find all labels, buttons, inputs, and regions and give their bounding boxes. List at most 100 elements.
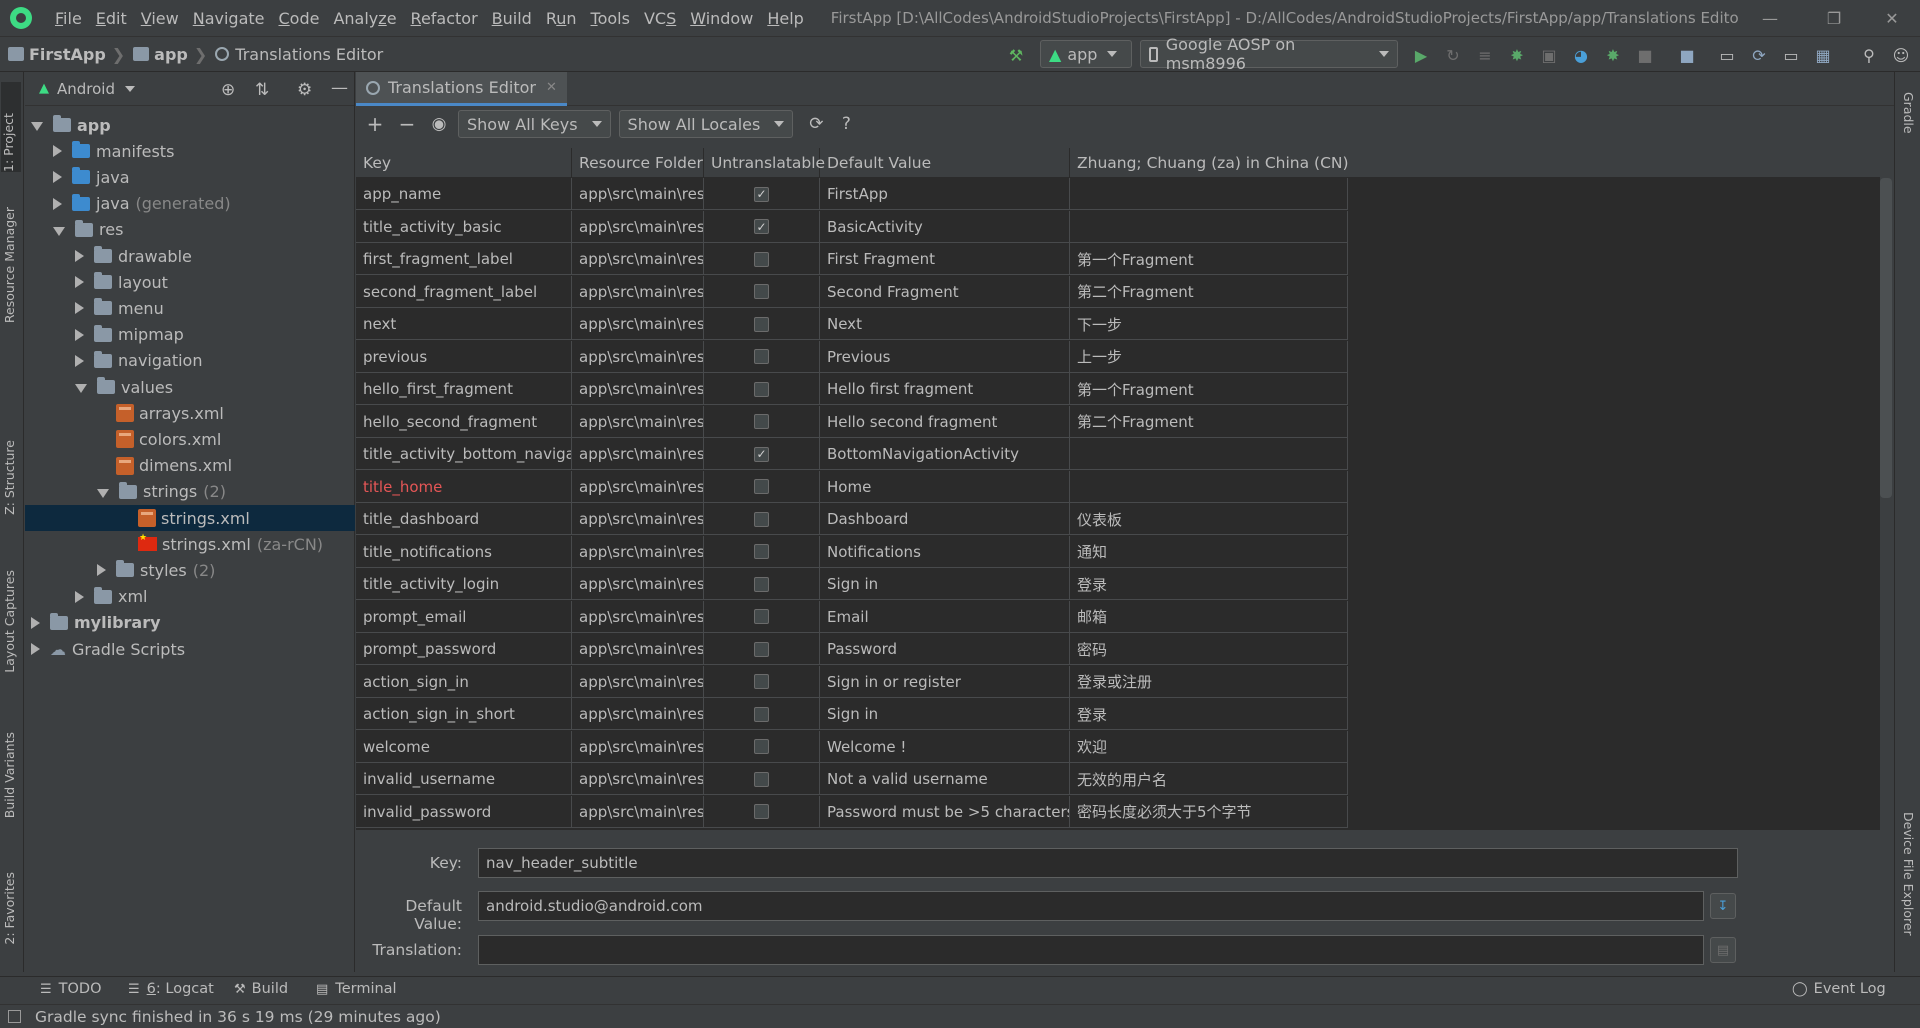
cell-untranslatable[interactable] — [704, 243, 820, 275]
tree-node-java[interactable]: java — [25, 164, 130, 190]
cell-untranslatable[interactable]: ✓ — [704, 178, 820, 210]
cell-untranslatable[interactable] — [704, 665, 820, 698]
cell-resource-folder[interactable]: app\src\main\res — [572, 308, 704, 340]
tool-tab-structure[interactable]: Z: Structure — [2, 440, 17, 515]
table-row[interactable]: title_activity_login app\src\main\res Sign… — [356, 568, 1348, 600]
cell-untranslatable[interactable] — [704, 795, 820, 828]
cell-key[interactable]: hello_second_fragment — [356, 405, 572, 438]
chevron-right-icon[interactable] — [53, 171, 62, 184]
cell-untranslatable[interactable] — [704, 308, 820, 340]
cell-translation[interactable]: 第一个Fragment — [1070, 373, 1348, 405]
cell-key[interactable]: action_sign_in_short — [356, 698, 572, 730]
tree-node-menu[interactable]: menu — [25, 295, 164, 321]
cell-key[interactable]: title_dashboard — [356, 503, 572, 535]
tree-node-res[interactable]: res — [25, 217, 123, 243]
tool-tab-favorites[interactable]: 2: Favorites — [2, 872, 17, 945]
tree-node-gradle-scripts[interactable]: ☁ Gradle Scripts — [25, 636, 185, 662]
cell-key[interactable]: welcome — [356, 730, 572, 763]
sdk-manager-icon[interactable]: ▦ — [1812, 44, 1834, 66]
make-project-icon[interactable]: ⚒ — [1005, 44, 1027, 66]
cell-translation[interactable]: 密码 — [1070, 633, 1348, 665]
cell-translation[interactable]: 邮箱 — [1070, 600, 1348, 633]
cell-key[interactable]: next — [356, 308, 572, 340]
cell-default-value[interactable]: Sign in — [820, 568, 1070, 600]
table-row[interactable]: title_notifications app\src\main\res Notif… — [356, 535, 1348, 568]
cell-default-value[interactable]: Sign in or register — [820, 665, 1070, 698]
cell-untranslatable[interactable]: ✓ — [704, 438, 820, 470]
untranslatable-checkbox[interactable] — [754, 251, 769, 267]
cell-default-value[interactable]: Dashboard — [820, 503, 1070, 535]
cell-resource-folder[interactable]: app\src\main\res — [572, 665, 704, 698]
tool-build[interactable]: ⚒ Build — [234, 981, 288, 997]
untranslatable-checkbox[interactable] — [754, 576, 769, 592]
tree-node-strings-xml-cn[interactable]: strings.xml(za-rCN) — [25, 531, 323, 557]
chevron-right-icon[interactable] — [75, 590, 84, 603]
cell-key[interactable]: prompt_email — [356, 600, 572, 633]
table-row[interactable]: hello_first_fragment app\src\main\res Hell… — [356, 373, 1348, 405]
untranslatable-checkbox[interactable] — [754, 706, 769, 722]
profile-icon[interactable]: ◕ — [1570, 44, 1592, 66]
menu-tools[interactable]: Tools — [584, 9, 637, 28]
add-locale-icon[interactable]: ◉ — [424, 109, 454, 139]
chevron-right-icon[interactable] — [75, 354, 84, 367]
cell-default-value[interactable]: Second Fragment — [820, 275, 1070, 308]
close-tab-icon[interactable]: ✕ — [546, 80, 557, 95]
table-row[interactable]: hello_second_fragment app\src\main\res Hel… — [356, 405, 1348, 438]
hide-panel-icon[interactable]: — — [331, 78, 348, 98]
untranslatable-checkbox[interactable] — [754, 609, 769, 624]
remove-key-icon[interactable]: − — [392, 109, 422, 139]
cell-untranslatable[interactable] — [704, 633, 820, 665]
tree-node-strings[interactable]: strings (2) — [25, 479, 226, 505]
table-row[interactable]: prompt_password app\src\main\res Password 密… — [356, 633, 1348, 665]
cell-untranslatable[interactable] — [704, 340, 820, 373]
cell-translation[interactable] — [1070, 178, 1348, 210]
column-header-untranslatable[interactable]: Untranslatable — [704, 148, 825, 178]
run-config-select[interactable]: ▲ app — [1040, 40, 1132, 68]
reload-icon[interactable]: ⟳ — [801, 109, 831, 139]
cell-translation[interactable]: 下一步 — [1070, 308, 1348, 340]
chevron-right-icon[interactable] — [75, 250, 84, 262]
debug-icon[interactable]: ✸ — [1506, 44, 1528, 66]
tree-node-arrays-xml[interactable]: arrays.xml — [25, 400, 224, 426]
table-row[interactable]: title_dashboard app\src\main\res Dashboard… — [356, 503, 1348, 535]
cell-untranslatable[interactable] — [704, 730, 820, 763]
cell-resource-folder[interactable]: app\src\main\res — [572, 503, 704, 535]
untranslatable-checkbox[interactable] — [754, 511, 769, 527]
table-row[interactable]: action_sign_in_short app\src\main\res Sign… — [356, 698, 1348, 730]
cell-default-value[interactable]: Email — [820, 600, 1070, 633]
menu-file[interactable]: File — [48, 9, 89, 28]
translation-field[interactable] — [478, 935, 1704, 965]
tree-node-drawable[interactable]: drawable — [25, 243, 192, 269]
cell-default-value[interactable]: First Fragment — [820, 243, 1070, 275]
tool-tab-gradle[interactable]: Gradle — [1901, 92, 1916, 134]
cell-translation[interactable] — [1070, 438, 1348, 470]
untranslatable-checkbox[interactable] — [754, 804, 769, 819]
cell-resource-folder[interactable]: app\src\main\res — [572, 340, 704, 373]
cell-resource-folder[interactable]: app\src\main\res — [572, 600, 704, 633]
cell-key[interactable]: action_sign_in — [356, 665, 572, 698]
show-locales-dropdown[interactable]: Show All Locales — [618, 110, 794, 138]
account-icon[interactable]: ☺ — [1890, 44, 1912, 66]
untranslatable-checkbox[interactable] — [754, 674, 769, 689]
breadcrumb-project[interactable]: FirstApp ❯ — [8, 45, 125, 64]
tree-node-colors-xml[interactable]: colors.xml — [25, 426, 221, 452]
column-header-default-value[interactable]: Default Value — [820, 148, 1070, 178]
menu-navigate[interactable]: Navigate — [186, 9, 272, 28]
untranslatable-checkbox[interactable] — [754, 544, 769, 559]
chevron-right-icon[interactable] — [97, 564, 106, 577]
cell-default-value[interactable]: Sign in — [820, 698, 1070, 730]
cell-translation[interactable]: 上一步 — [1070, 340, 1348, 373]
cell-translation[interactable]: 登录 — [1070, 698, 1348, 730]
column-header-key[interactable]: Key — [356, 148, 572, 178]
cell-default-value[interactable]: Not a valid username — [820, 763, 1070, 795]
restore-icon[interactable]: ❐ — [1806, 0, 1862, 36]
cell-untranslatable[interactable] — [704, 698, 820, 730]
chevron-down-icon[interactable] — [125, 85, 135, 92]
breadcrumb-module[interactable]: app ❯ — [133, 45, 207, 64]
stop-icon[interactable]: ■ — [1634, 44, 1656, 66]
table-row[interactable]: welcome app\src\main\res Welcome ! 欢迎 — [356, 730, 1348, 763]
gear-icon[interactable]: ⚙ — [297, 80, 312, 100]
menu-build[interactable]: Build — [485, 9, 539, 28]
cell-untranslatable[interactable] — [704, 275, 820, 308]
tool-tab-resource-manager[interactable]: Resource Manager — [2, 207, 17, 323]
